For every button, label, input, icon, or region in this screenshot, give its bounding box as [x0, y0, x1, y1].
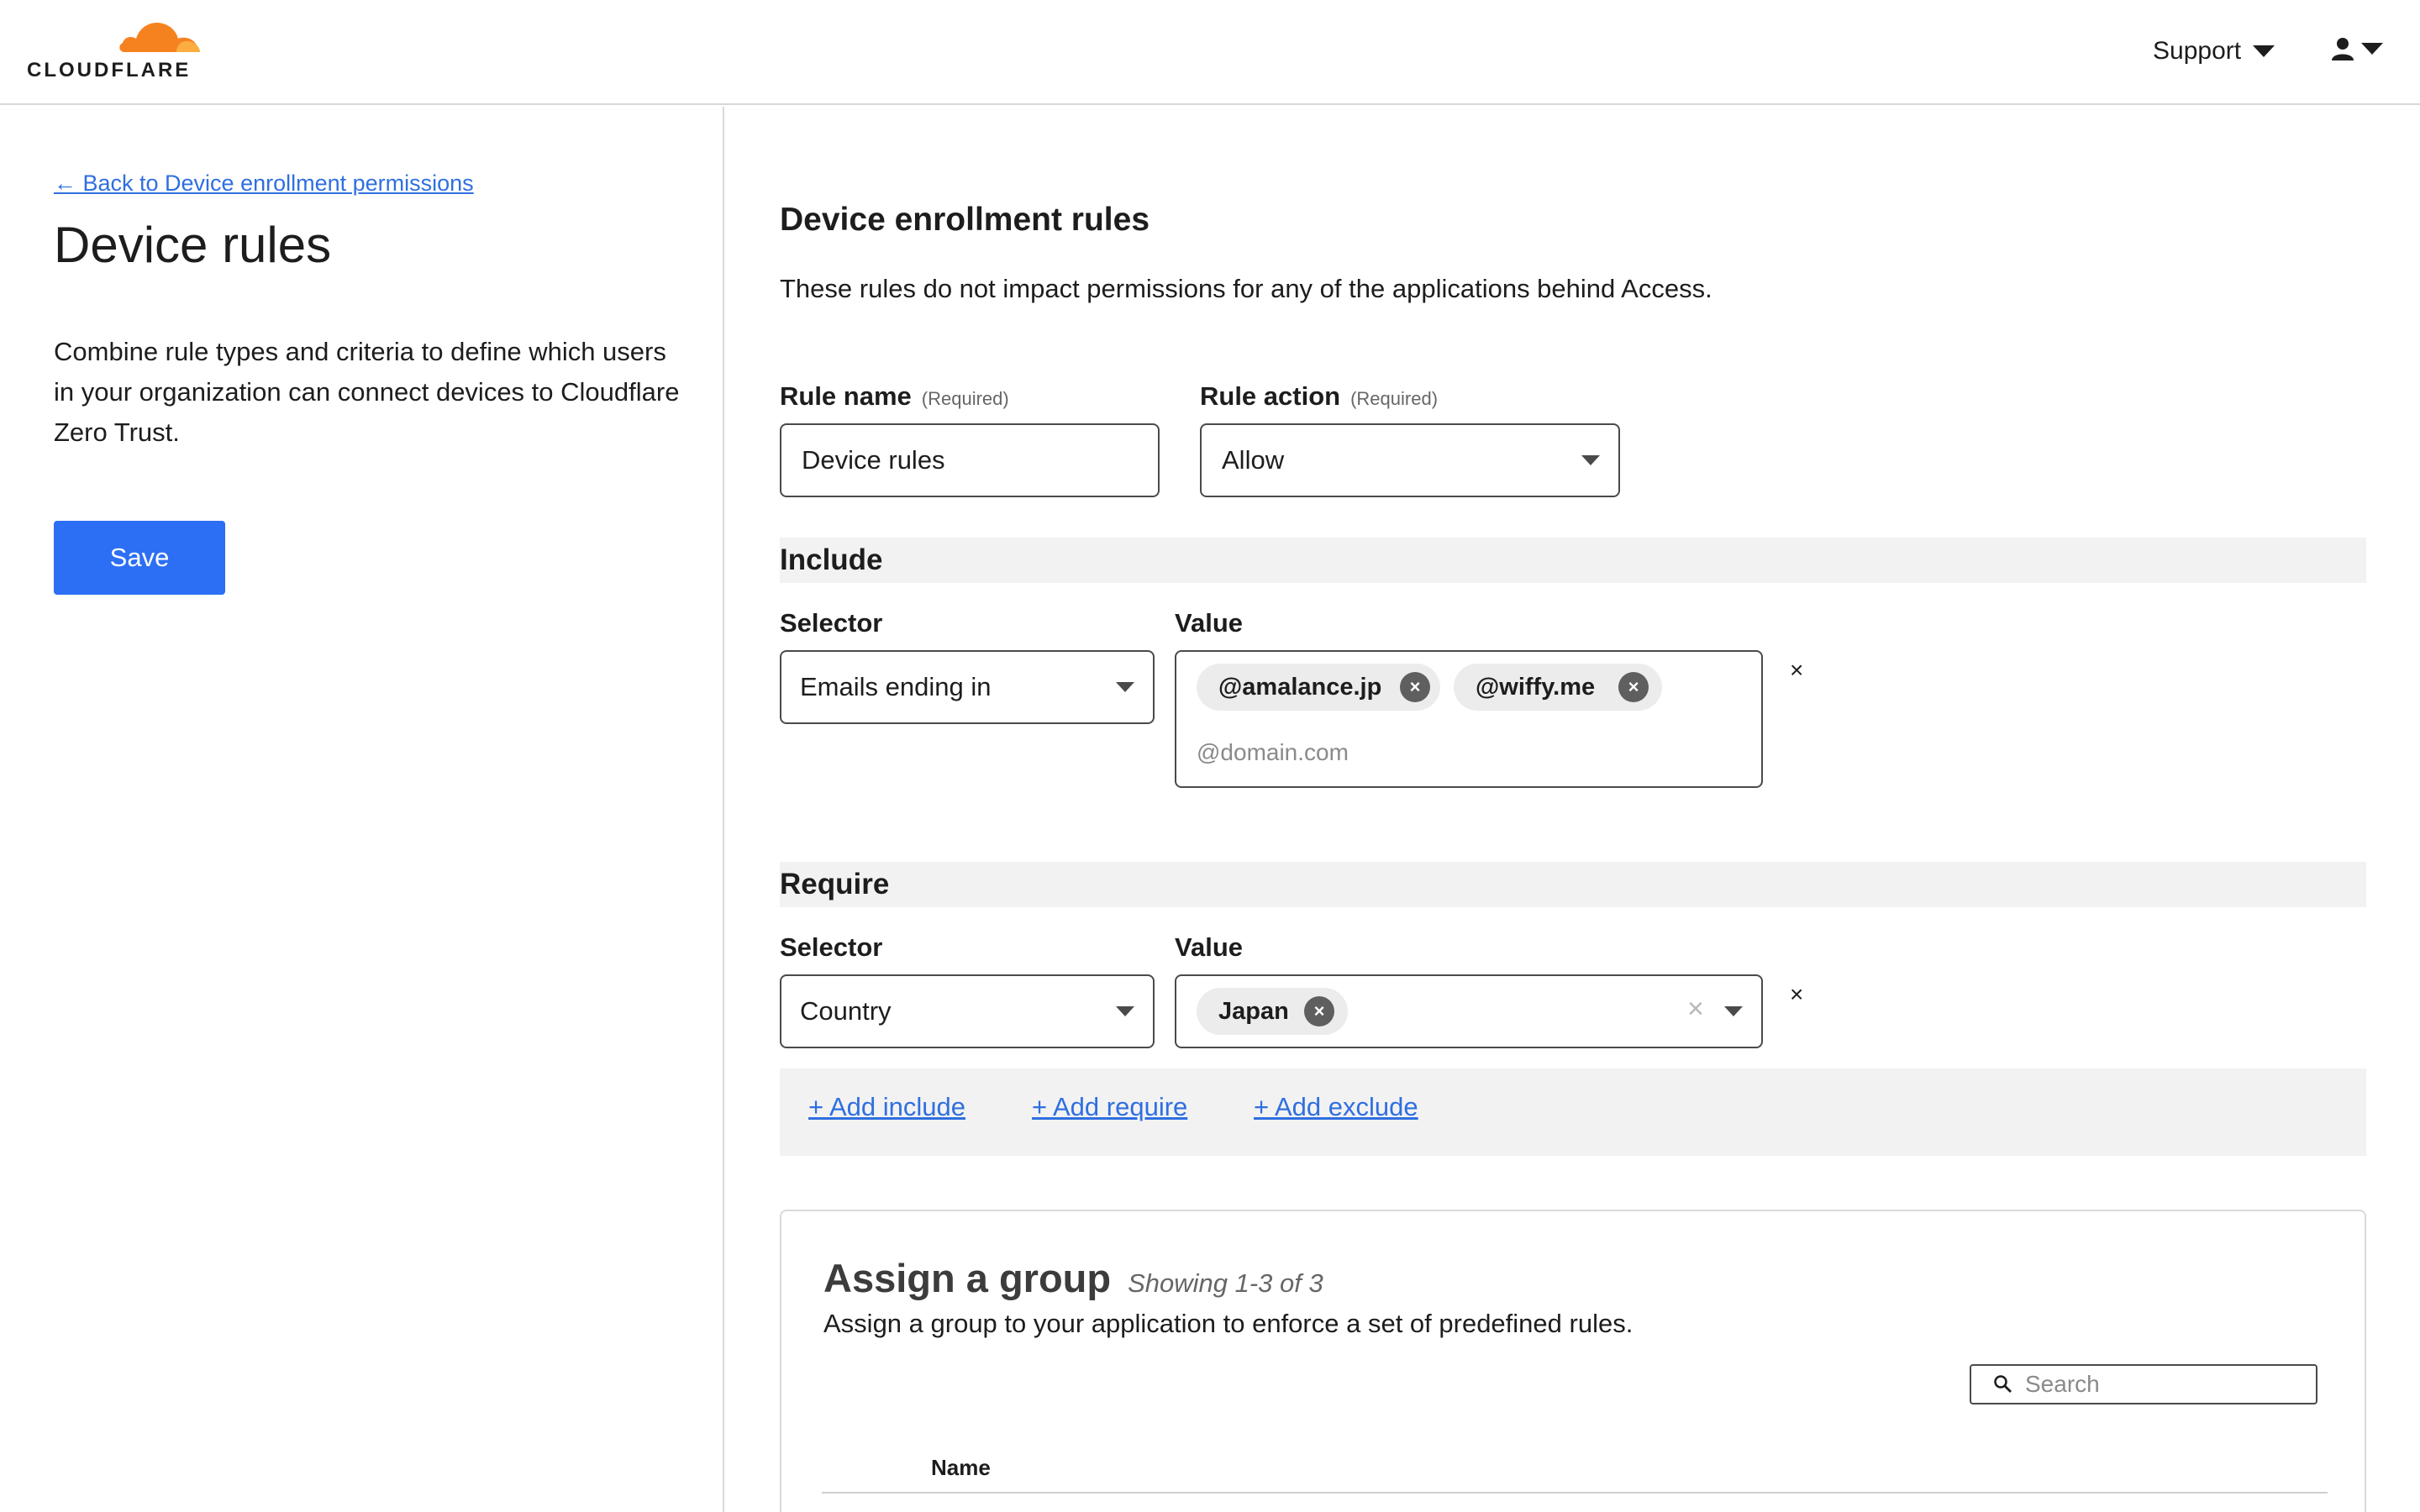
remove-require-icon[interactable]: × [1790, 981, 1803, 1008]
required-hint: (Required) [1350, 388, 1439, 409]
require-selector-select[interactable]: Country [780, 974, 1155, 1048]
user-menu[interactable] [2331, 37, 2383, 60]
add-exclude-link[interactable]: + Add exclude [1254, 1092, 1418, 1122]
required-hint: (Required) [921, 388, 1009, 409]
top-bar: CLOUDFLARE Support [0, 0, 2420, 105]
include-selector-label: Selector [780, 608, 883, 638]
chevron-down-icon [1581, 455, 1600, 465]
group-title-text: Assign a group [823, 1256, 1112, 1300]
group-title: Assign a group Showing 1-3 of 3 [823, 1255, 1323, 1301]
section-title: Device enrollment rules [780, 202, 1150, 238]
require-value-label: Value [1175, 932, 1243, 962]
group-description: Assign a group to your application to en… [823, 1309, 1634, 1338]
column-header-name[interactable]: Name [931, 1455, 991, 1481]
search-icon [1994, 1375, 2012, 1393]
include-value-label: Value [1175, 608, 1243, 638]
save-button[interactable]: Save [54, 521, 225, 595]
chip-label: @amalance.jp [1218, 673, 1382, 701]
clear-value-icon[interactable]: × [1687, 993, 1704, 1026]
support-label: Support [2153, 37, 2242, 65]
include-value-input[interactable]: @amalance.jp × @wiffy.me × @domain.com [1175, 650, 1763, 788]
table-divider [822, 1492, 2328, 1494]
cloudflare-logo[interactable]: CLOUDFLARE [27, 15, 208, 82]
value-chip: Japan × [1197, 988, 1348, 1035]
group-count: Showing 1-3 of 3 [1128, 1268, 1323, 1298]
chip-remove-icon[interactable]: × [1400, 672, 1430, 702]
include-selector-value: Emails ending in [800, 672, 992, 701]
require-band [780, 862, 2366, 907]
require-title: Require [780, 868, 890, 900]
back-link[interactable]: ← Back to Device enrollment permissions [54, 171, 474, 197]
chevron-down-icon [2361, 43, 2383, 55]
require-selector-label: Selector [780, 932, 883, 962]
rule-name-input[interactable]: Device rules [780, 423, 1160, 497]
cloud-icon [119, 22, 200, 52]
rule-name-label: Rule name (Required) [780, 381, 1009, 412]
page-title: Device rules [54, 217, 332, 273]
rule-action-label: Rule action (Required) [1200, 381, 1438, 412]
include-band [780, 538, 2366, 583]
remove-include-icon[interactable]: × [1790, 657, 1803, 684]
user-icon [2332, 38, 2354, 60]
chevron-down-icon [1116, 1006, 1134, 1016]
support-menu[interactable]: Support [2153, 37, 2275, 66]
rule-action-select[interactable]: Allow [1200, 423, 1620, 497]
search-placeholder: Search [2025, 1371, 2100, 1397]
assign-group-card: Assign a group Showing 1-3 of 3 Assign a … [780, 1210, 2366, 1512]
logo-text: CLOUDFLARE [27, 59, 192, 81]
include-title: Include [780, 543, 883, 576]
sidebar: ← Back to Device enrollment permissions … [0, 107, 724, 1512]
page-description: Combine rule types and criteria to defin… [54, 337, 680, 447]
value-chip: @amalance.jp × [1197, 664, 1440, 711]
rule-action-label-text: Rule action [1200, 381, 1341, 411]
require-selector-value: Country [800, 996, 892, 1026]
chip-label: @wiffy.me [1476, 673, 1596, 701]
rule-name-value: Device rules [802, 445, 945, 475]
add-include-link[interactable]: + Add include [808, 1092, 965, 1122]
chevron-down-icon [1116, 682, 1134, 692]
domain-placeholder: @domain.com [1197, 739, 1349, 765]
chip-remove-icon[interactable]: × [1618, 672, 1649, 702]
section-subtitle: These rules do not impact permissions fo… [780, 274, 1712, 303]
chip-label: Japan [1218, 997, 1289, 1025]
value-chip: @wiffy.me × [1454, 664, 1662, 711]
chevron-down-icon [1724, 1006, 1743, 1016]
chevron-down-icon [2253, 45, 2275, 57]
rule-action-value: Allow [1222, 445, 1285, 475]
group-search-input[interactable]: Search [1970, 1364, 2317, 1404]
include-selector-select[interactable]: Emails ending in [780, 650, 1155, 724]
add-require-link[interactable]: + Add require [1032, 1092, 1187, 1122]
chip-remove-icon[interactable]: × [1304, 996, 1334, 1026]
require-value-select[interactable]: Japan × × [1175, 974, 1763, 1048]
add-rule-bar: + Add include + Add require + Add exclud… [780, 1068, 2366, 1156]
rule-name-label-text: Rule name [780, 381, 912, 411]
